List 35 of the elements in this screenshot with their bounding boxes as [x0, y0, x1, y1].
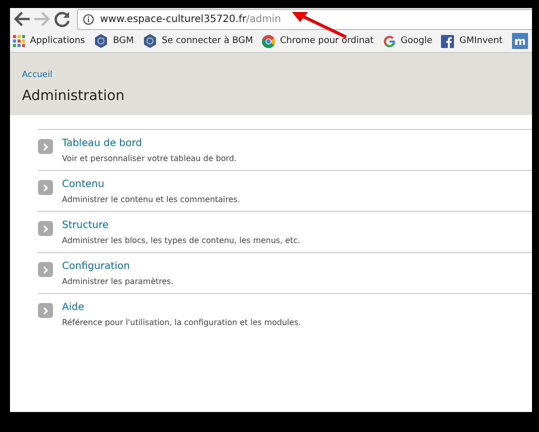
admin-section-link[interactable]: Structure [62, 220, 109, 231]
bookmark-link[interactable]: GMInvent [459, 36, 503, 46]
info-icon [83, 14, 94, 24]
admin-section-link[interactable]: Contenu [62, 179, 104, 190]
chrome-icon [262, 34, 275, 48]
admin-section-link[interactable]: Configuration [62, 261, 130, 272]
expand-icon[interactable] [38, 303, 53, 318]
bookmark-link[interactable]: BGM [112, 36, 134, 46]
page-title: Administration [22, 88, 126, 104]
admin-section-link[interactable]: Tableau de bord [62, 138, 142, 149]
address-field[interactable]: www.espace-culturel35720.fr/admin [77, 8, 532, 30]
expand-icon[interactable] [38, 221, 53, 236]
m-logo-icon [512, 33, 528, 49]
section-description: Administrer les blocs, les types de contenu, les menus, etc. [62, 236, 300, 245]
hexagon-icon [142, 34, 157, 48]
facebook-icon [441, 34, 454, 48]
bookmark-link[interactable]: Chrome pour ordinat [280, 36, 374, 46]
reload-icon[interactable] [53, 10, 71, 28]
section-description: Administrer le contenu et les commentaires. [62, 195, 240, 204]
url-text: www.espace-culturel35720.fr/admin [100, 14, 281, 24]
section-description: Référence pour l'utilisation, la configuration et les modules. [62, 318, 301, 327]
bookmark-link[interactable]: Applications [30, 36, 85, 46]
expand-icon[interactable] [38, 139, 53, 154]
apps-grid-icon [13, 35, 25, 47]
section-description: Voir et personnaliser votre tableau de bord. [62, 154, 237, 163]
bookmark-link[interactable]: Se connecter à BGM [162, 36, 253, 46]
expand-icon[interactable] [38, 180, 53, 195]
breadcrumb-link[interactable]: Accueil [22, 70, 520, 80]
admin-section-link[interactable]: Aide [62, 302, 84, 313]
bookmark-link[interactable]: Google [400, 36, 432, 46]
section-description: Administrer les paramètres. [62, 277, 174, 286]
back-icon[interactable] [13, 10, 31, 28]
expand-icon[interactable] [38, 262, 53, 277]
hexagon-icon [94, 34, 108, 48]
google-icon [382, 34, 396, 48]
